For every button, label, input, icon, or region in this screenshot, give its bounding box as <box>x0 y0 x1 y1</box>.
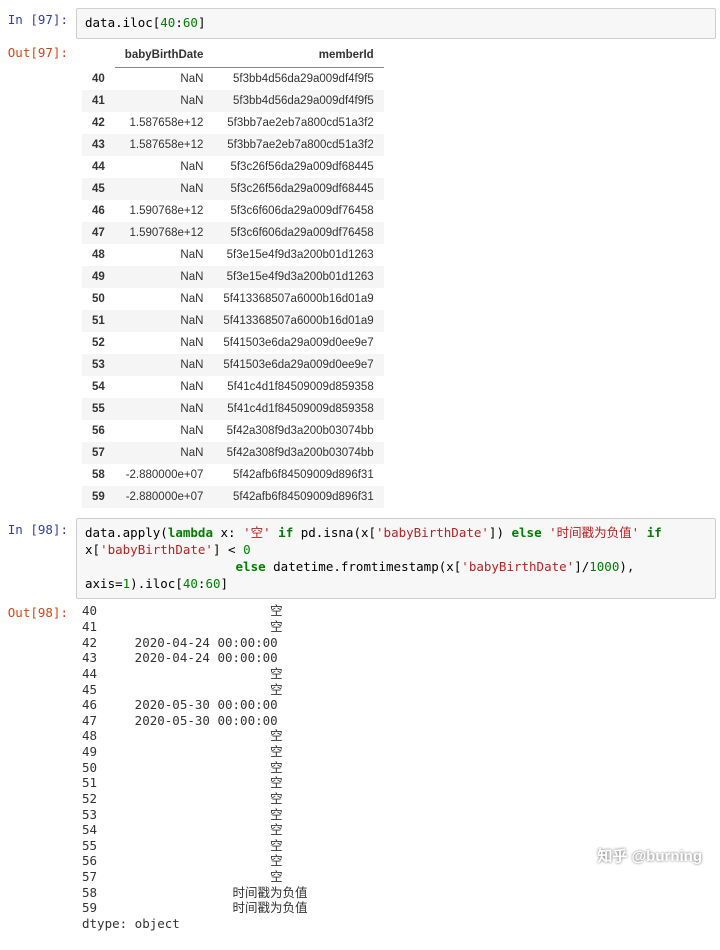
prompt-out-97: Out[97]: <box>4 41 76 516</box>
table-row: 44NaN5f3c26f56da29a009df68445 <box>82 156 384 178</box>
cell-babyBirthDate: NaN <box>115 376 214 398</box>
cell-memberId: 5f3bb4d56da29a009df4f9f5 <box>213 90 383 112</box>
row-index: 46 <box>82 200 115 222</box>
table-row: 56NaN5f42a308f9d3a200b03074bb <box>82 420 384 442</box>
row-index: 57 <box>82 442 115 464</box>
cell-babyBirthDate: -2.880000e+07 <box>115 464 214 486</box>
cell-babyBirthDate: 1.590768e+12 <box>115 200 214 222</box>
cell-memberId: 5f41503e6da29a009d0ee9e7 <box>213 332 383 354</box>
cell-98-output: Out[98]: 40 空 41 空 42 2020-04-24 00:00:0… <box>4 601 716 939</box>
cell-babyBirthDate: NaN <box>115 244 214 266</box>
table-row: 45NaN5f3c26f56da29a009df68445 <box>82 178 384 200</box>
cell-babyBirthDate: 1.587658e+12 <box>115 112 214 134</box>
row-index: 52 <box>82 332 115 354</box>
table-row: 48NaN5f3e15e4f9d3a200b01d1263 <box>82 244 384 266</box>
row-index: 41 <box>82 90 115 112</box>
table-row: 41NaN5f3bb4d56da29a009df4f9f5 <box>82 90 384 112</box>
cell-babyBirthDate: NaN <box>115 332 214 354</box>
cell-memberId: 5f42a308f9d3a200b03074bb <box>213 442 383 464</box>
cell-babyBirthDate: NaN <box>115 266 214 288</box>
prompt-in-98: In [98]: <box>4 518 76 600</box>
table-row: 421.587658e+125f3bb7ae2eb7a800cd51a3f2 <box>82 112 384 134</box>
output-98: 40 空 41 空 42 2020-04-24 00:00:00 43 2020… <box>76 601 716 939</box>
table-row: 55NaN5f41c4d1f84509009d859358 <box>82 398 384 420</box>
cell-babyBirthDate: NaN <box>115 67 214 90</box>
table-row: 471.590768e+125f3c6f606da29a009df76458 <box>82 222 384 244</box>
prompt-in-97: In [97]: <box>4 8 76 39</box>
cell-memberId: 5f41c4d1f84509009d859358 <box>213 376 383 398</box>
cell-memberId: 5f3bb7ae2eb7a800cd51a3f2 <box>213 112 383 134</box>
cell-babyBirthDate: NaN <box>115 288 214 310</box>
row-index: 51 <box>82 310 115 332</box>
cell-97-input: In [97]: data.iloc[40:60] <box>4 8 716 39</box>
cell-memberId: 5f3bb4d56da29a009df4f9f5 <box>213 67 383 90</box>
cell-babyBirthDate: NaN <box>115 398 214 420</box>
cell-babyBirthDate: -2.880000e+07 <box>115 486 214 508</box>
row-index: 56 <box>82 420 115 442</box>
table-row: 50NaN5f413368507a6000b16d01a9 <box>82 288 384 310</box>
table-row: 54NaN5f41c4d1f84509009d859358 <box>82 376 384 398</box>
row-index: 59 <box>82 486 115 508</box>
row-index: 53 <box>82 354 115 376</box>
col-babyBirthDate: babyBirthDate <box>115 43 214 68</box>
row-index: 43 <box>82 134 115 156</box>
cell-97-output: Out[97]: babyBirthDate memberId 40NaN5f3… <box>4 41 716 516</box>
cell-babyBirthDate: NaN <box>115 442 214 464</box>
cell-memberId: 5f3c26f56da29a009df68445 <box>213 156 383 178</box>
table-row: 51NaN5f413368507a6000b16d01a9 <box>82 310 384 332</box>
table-row: 49NaN5f3e15e4f9d3a200b01d1263 <box>82 266 384 288</box>
cell-memberId: 5f42afb6f84509009d896f31 <box>213 464 383 486</box>
code-input-97[interactable]: data.iloc[40:60] <box>76 8 716 39</box>
dataframe-97: babyBirthDate memberId 40NaN5f3bb4d56da2… <box>82 43 384 508</box>
cell-babyBirthDate: NaN <box>115 178 214 200</box>
row-index: 48 <box>82 244 115 266</box>
row-index: 40 <box>82 67 115 90</box>
table-row: 58-2.880000e+075f42afb6f84509009d896f31 <box>82 464 384 486</box>
cell-memberId: 5f3e15e4f9d3a200b01d1263 <box>213 244 383 266</box>
cell-babyBirthDate: NaN <box>115 310 214 332</box>
table-row: 59-2.880000e+075f42afb6f84509009d896f31 <box>82 486 384 508</box>
cell-babyBirthDate: 1.590768e+12 <box>115 222 214 244</box>
output-97: babyBirthDate memberId 40NaN5f3bb4d56da2… <box>76 41 716 516</box>
row-index: 45 <box>82 178 115 200</box>
table-row: 52NaN5f41503e6da29a009d0ee9e7 <box>82 332 384 354</box>
cell-memberId: 5f41c4d1f84509009d859358 <box>213 398 383 420</box>
cell-memberId: 5f3bb7ae2eb7a800cd51a3f2 <box>213 134 383 156</box>
cell-memberId: 5f3c6f606da29a009df76458 <box>213 200 383 222</box>
cell-memberId: 5f3c6f606da29a009df76458 <box>213 222 383 244</box>
table-row: 40NaN5f3bb4d56da29a009df4f9f5 <box>82 67 384 90</box>
cell-memberId: 5f413368507a6000b16d01a9 <box>213 310 383 332</box>
cell-memberId: 5f42afb6f84509009d896f31 <box>213 486 383 508</box>
cell-babyBirthDate: NaN <box>115 156 214 178</box>
cell-babyBirthDate: NaN <box>115 420 214 442</box>
cell-babyBirthDate: NaN <box>115 354 214 376</box>
row-index: 55 <box>82 398 115 420</box>
cell-memberId: 5f3e15e4f9d3a200b01d1263 <box>213 266 383 288</box>
cell-memberId: 5f413368507a6000b16d01a9 <box>213 288 383 310</box>
row-index: 54 <box>82 376 115 398</box>
cell-memberId: 5f3c26f56da29a009df68445 <box>213 178 383 200</box>
cell-memberId: 5f41503e6da29a009d0ee9e7 <box>213 354 383 376</box>
table-row: 461.590768e+125f3c6f606da29a009df76458 <box>82 200 384 222</box>
row-index: 49 <box>82 266 115 288</box>
code-input-98[interactable]: data.apply(lambda x: '空' if pd.isna(x['b… <box>76 518 716 600</box>
prompt-out-98: Out[98]: <box>4 601 76 939</box>
row-index: 50 <box>82 288 115 310</box>
df-corner <box>82 43 115 68</box>
table-row: 431.587658e+125f3bb7ae2eb7a800cd51a3f2 <box>82 134 384 156</box>
row-index: 47 <box>82 222 115 244</box>
cell-98-input: In [98]: data.apply(lambda x: '空' if pd.… <box>4 518 716 600</box>
cell-memberId: 5f42a308f9d3a200b03074bb <box>213 420 383 442</box>
row-index: 58 <box>82 464 115 486</box>
cell-babyBirthDate: NaN <box>115 90 214 112</box>
cell-babyBirthDate: 1.587658e+12 <box>115 134 214 156</box>
row-index: 44 <box>82 156 115 178</box>
table-row: 53NaN5f41503e6da29a009d0ee9e7 <box>82 354 384 376</box>
series-output-98: 40 空 41 空 42 2020-04-24 00:00:00 43 2020… <box>82 603 710 931</box>
table-row: 57NaN5f42a308f9d3a200b03074bb <box>82 442 384 464</box>
row-index: 42 <box>82 112 115 134</box>
col-memberId: memberId <box>213 43 383 68</box>
